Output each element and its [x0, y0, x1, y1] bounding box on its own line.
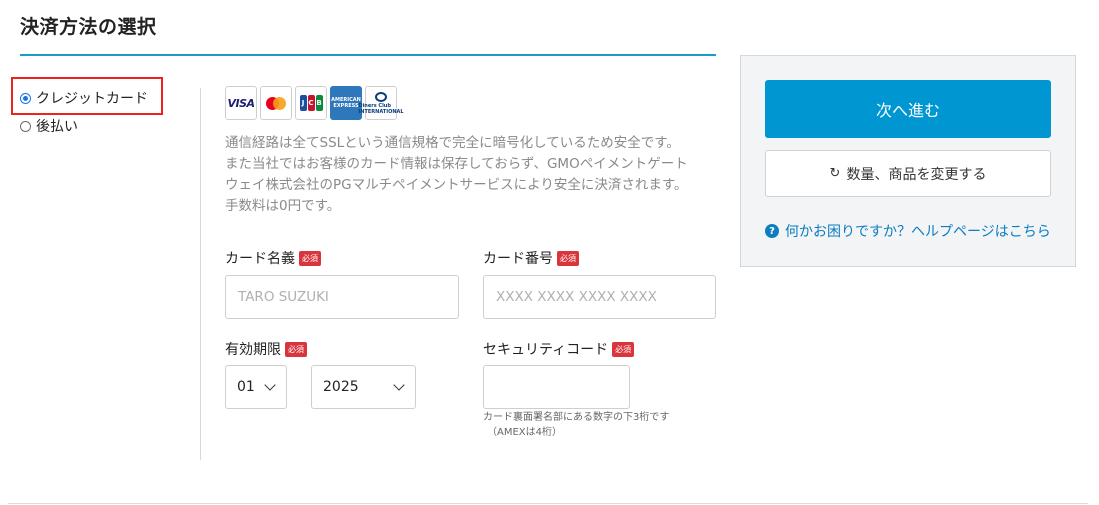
radio-button-checked[interactable]: [20, 92, 31, 104]
notice-line: ウェイ株式会社のPGマルチペイメントサービスにより安全に決済されます。: [225, 177, 688, 193]
security-code-input[interactable]: [483, 365, 630, 409]
card-number-input[interactable]: XXXX XXXX XXXX XXXX: [483, 275, 716, 319]
jcb-logo-icon: J C B: [295, 86, 327, 120]
security-code-hint: カード裏面署名部にある数字の下3桁です （AMEXは4桁）: [483, 412, 670, 438]
notice-line: 通信経路は全てSSLという通信規格で完全に暗号化しているため安全です。: [225, 135, 680, 151]
required-badge: 必須: [285, 341, 307, 357]
question-circle-icon: ?: [765, 224, 779, 238]
title-divider: [20, 54, 716, 56]
chevron-down-icon: [393, 379, 405, 391]
required-badge: 必須: [557, 250, 579, 266]
chevron-down-icon: [264, 379, 276, 391]
amex-logo-icon: AMERICAN EXPRESS: [330, 86, 362, 120]
mastercard-logo-icon: [260, 86, 292, 120]
radio-deferred-payment[interactable]: 後払い: [20, 116, 78, 136]
card-brand-logos: VISA J C B AMERICAN EXPRESS Diners Club …: [225, 86, 404, 120]
security-notice: 通信経路は全てSSLという通信規格で完全に暗号化しているため安全です。 また当社…: [225, 133, 720, 217]
refresh-icon: ↻: [829, 166, 841, 181]
change-items-button[interactable]: ↻ 数量、商品を変更する: [765, 150, 1051, 197]
expiry-month-select[interactable]: 01: [225, 365, 287, 409]
expiry-label: 有効期限 必須: [225, 339, 307, 359]
expiry-year-select[interactable]: 2025: [311, 365, 416, 409]
required-badge: 必須: [299, 250, 321, 266]
vertical-divider: [200, 88, 201, 460]
notice-line: 手数料は0円です。: [225, 198, 341, 214]
radio-label-deferred-payment: 後払い: [36, 119, 78, 135]
card-number-label: カード番号 必須: [483, 248, 579, 268]
required-badge: 必須: [612, 341, 635, 357]
radio-label-credit-card: クレジットカード: [36, 91, 148, 107]
notice-line: また当社ではお客様のカード情報は保存しておらず、GMOペイメントゲート: [225, 156, 688, 172]
card-name-label: カード名義 必須: [225, 248, 321, 268]
visa-logo-icon: VISA: [225, 86, 257, 120]
next-button[interactable]: 次へ進む: [765, 80, 1051, 138]
radio-credit-card[interactable]: クレジットカード: [20, 88, 148, 108]
radio-button-unchecked[interactable]: [20, 120, 31, 132]
security-code-label: セキュリティコード 必須: [483, 339, 635, 359]
diners-club-logo-icon: Diners Club INTERNATIONAL: [358, 86, 404, 120]
bottom-divider: [8, 503, 1088, 504]
card-name-input[interactable]: TARO SUZUKI: [225, 275, 459, 319]
help-link[interactable]: ? 何かお困りですか？ヘルプページはこちら: [765, 221, 1051, 241]
section-title: 決済方法の選択: [20, 16, 157, 38]
